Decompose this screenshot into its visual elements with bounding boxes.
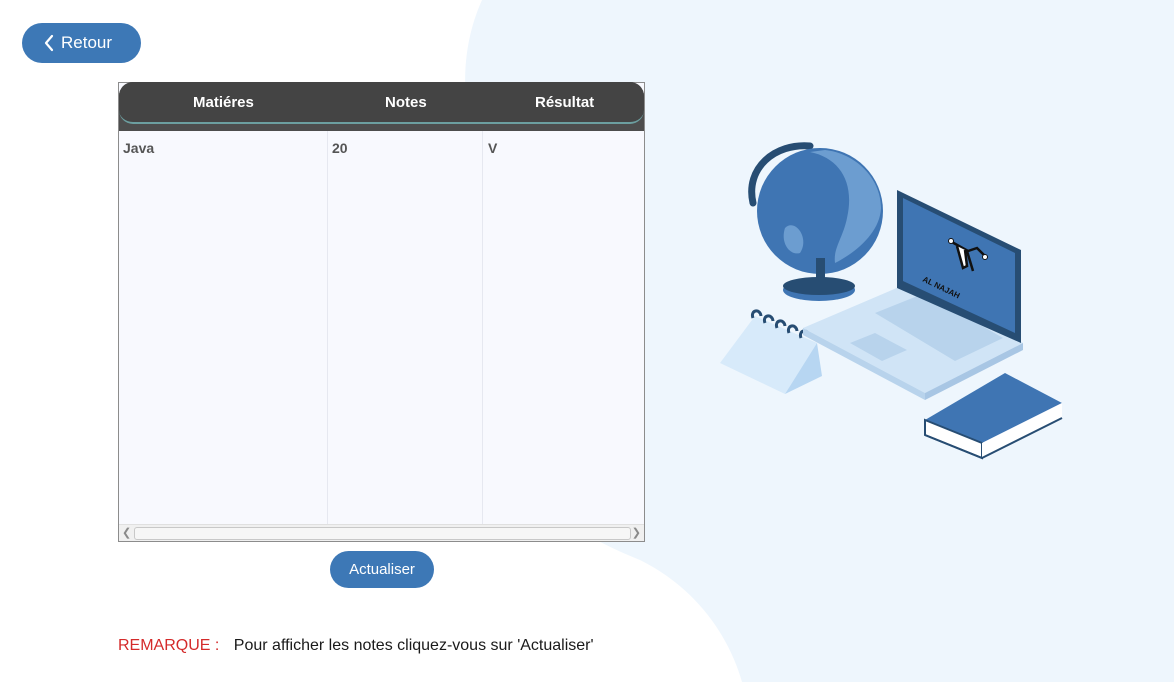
remark-text: Pour afficher les notes cliquez-vous sur… [233, 637, 594, 654]
chevron-left-icon [44, 34, 54, 52]
cell-resultat: V [488, 140, 498, 156]
cell-note: 20 [332, 140, 348, 156]
globe-icon [748, 142, 883, 301]
horizontal-scrollbar[interactable]: ❮ ❯ [119, 524, 644, 541]
refresh-button[interactable]: Actualiser [330, 551, 434, 588]
column-header-matieres[interactable]: Matiéres [193, 94, 254, 111]
column-divider [482, 131, 483, 525]
back-button-label: Retour [60, 33, 113, 52]
education-illustration: AL NAJAH [720, 142, 1063, 460]
column-header-resultat[interactable]: Résultat [535, 94, 594, 111]
calendar-icon [720, 309, 822, 394]
grades-table[interactable]: Matiéres Notes Résultat Java 20 V ❮ ❯ [118, 82, 645, 542]
column-divider [327, 131, 328, 525]
remark: REMARQUE : Pour afficher les notes cliqu… [118, 637, 594, 655]
column-header-notes[interactable]: Notes [385, 94, 427, 111]
scrollbar-thumb[interactable] [134, 527, 631, 540]
remark-label: REMARQUE : [118, 637, 220, 654]
scroll-left-icon[interactable]: ❮ [122, 526, 131, 539]
back-button[interactable]: Retour [22, 23, 141, 63]
scroll-right-icon[interactable]: ❯ [632, 526, 641, 539]
cell-matiere: Java [123, 140, 155, 156]
table-header: Matiéres Notes Résultat [119, 82, 644, 131]
